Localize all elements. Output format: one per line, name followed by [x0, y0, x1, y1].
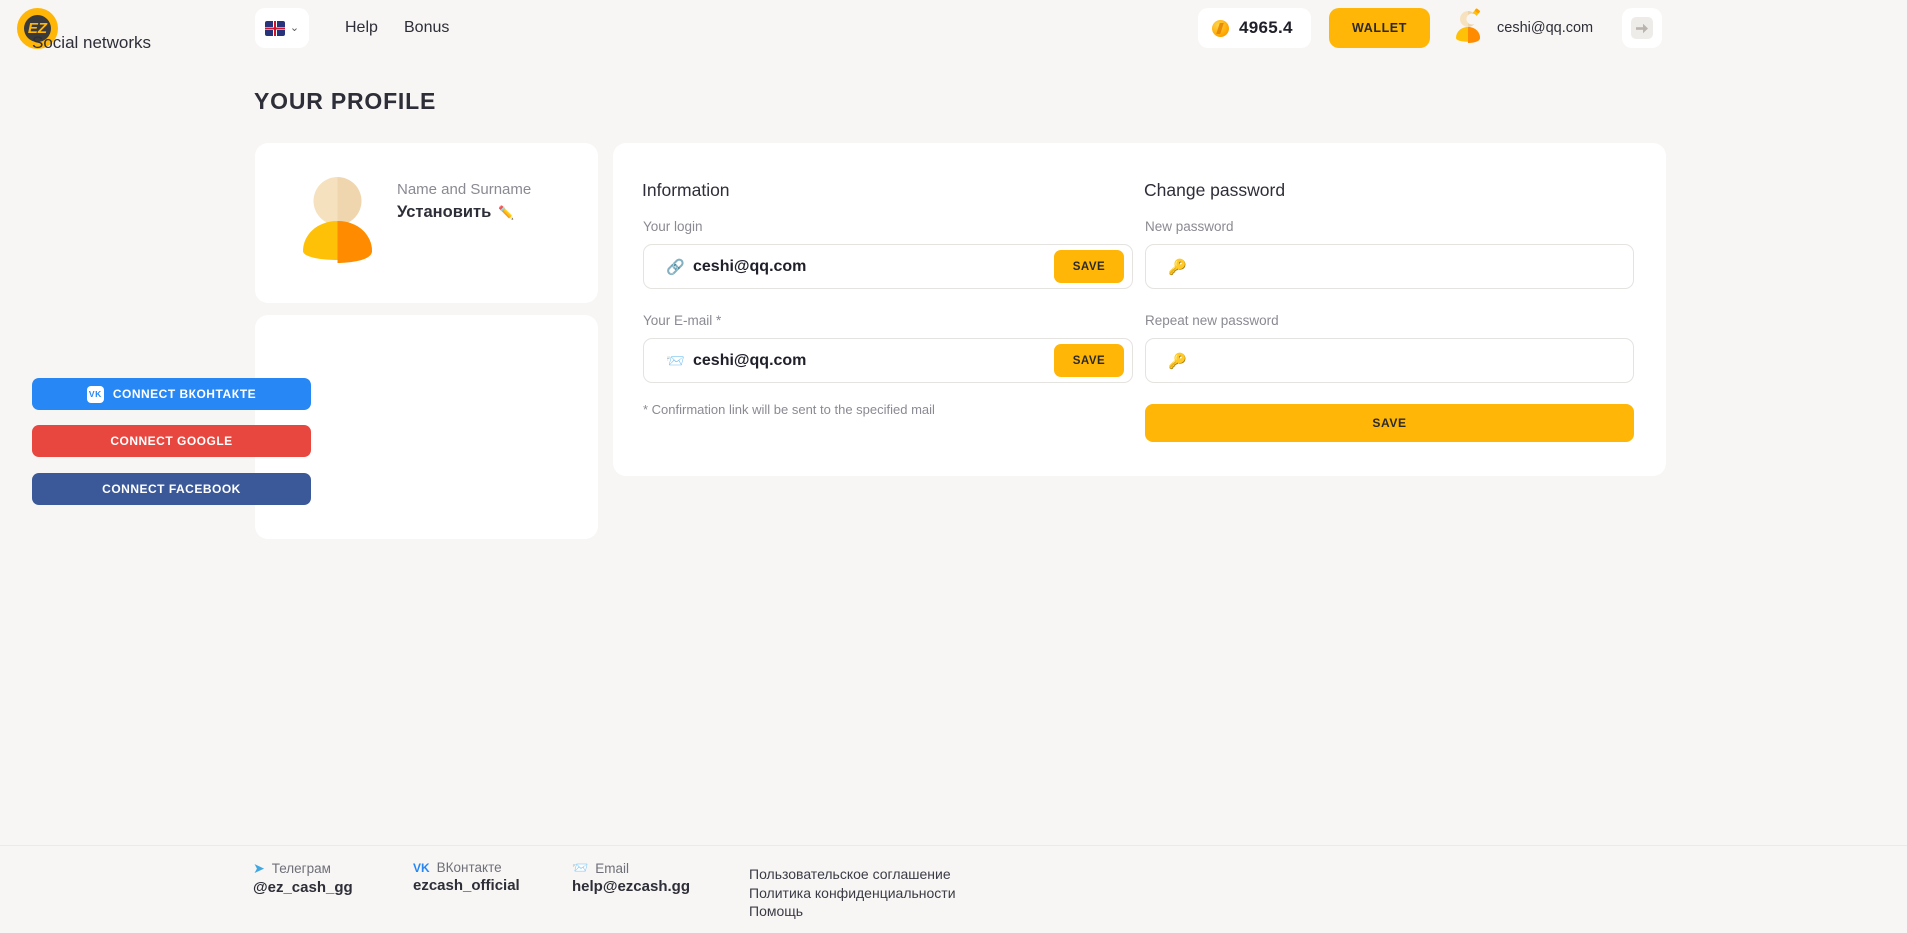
footer-contact-email[interactable]: 📨 Email help@ezcash.gg	[572, 860, 690, 895]
footer-email-value[interactable]: help@ezcash.gg	[572, 878, 690, 895]
email-field-label: Your E-mail *	[643, 313, 721, 328]
balance-value: 4965.4	[1239, 18, 1293, 38]
information-section-title: Information	[642, 180, 730, 201]
name-label: Name and Surname	[397, 181, 531, 198]
footer-telegram-value[interactable]: @ez_cash_gg	[253, 879, 353, 896]
footer-telegram-label: Телеграм	[272, 861, 331, 876]
user-email-label: ceshi@qq.com	[1497, 20, 1593, 36]
name-value-row[interactable]: Установить ✏️	[397, 203, 531, 222]
user-menu[interactable]: ceshi@qq.com	[1448, 7, 1593, 49]
footer-telegram-head: ➤ Телеграм	[253, 860, 353, 877]
wallet-button[interactable]: WALLET	[1329, 8, 1430, 48]
footer-vkontakte-value[interactable]: ezcash_official	[413, 877, 520, 894]
new-password-label: New password	[1145, 219, 1234, 234]
footer-link-help[interactable]: Помощь	[749, 902, 956, 921]
save-login-button[interactable]: SAVE	[1054, 250, 1124, 283]
login-field-label: Your login	[643, 219, 703, 234]
coin-icon	[1212, 20, 1229, 37]
key-icon: 🔑	[1168, 352, 1187, 370]
repeat-password-label: Repeat new password	[1145, 313, 1279, 328]
new-password-row[interactable]: 🔑	[1145, 244, 1634, 289]
pencil-edit-icon[interactable]: ✏️	[498, 205, 514, 221]
connect-vkontakte-label: CONNECT ВКОНТАКТЕ	[113, 387, 256, 401]
new-password-input[interactable]	[1195, 258, 1633, 276]
telegram-icon: ➤	[253, 860, 265, 877]
chevron-down-icon: ⌄	[290, 23, 299, 34]
email-field-row[interactable]: 📨 SAVE	[643, 338, 1133, 383]
user-avatar-edit-icon[interactable]	[1448, 7, 1488, 49]
nav-bonus[interactable]: Bonus	[404, 19, 449, 37]
link-icon: 🔗	[666, 258, 685, 276]
footer-link-terms[interactable]: Пользовательское соглашение	[749, 865, 956, 884]
profile-avatar-icon	[295, 171, 380, 271]
connect-google-button[interactable]: CONNECT GOOGLE	[32, 425, 311, 457]
nav-help[interactable]: Help	[345, 19, 378, 37]
vk-icon: VK	[413, 861, 430, 875]
top-header: EZ ⌄ Help Bonus 4965.4 WALLET ceshi@qq.c…	[0, 0, 1907, 57]
footer-vkontakte-head: VK ВКонтакте	[413, 860, 520, 875]
profile-card: Name and Surname Установить ✏️	[255, 143, 598, 303]
profile-name-block: Name and Surname Установить ✏️	[397, 181, 531, 222]
connect-vkontakte-button[interactable]: VK CONNECT ВКОНТАКТЕ	[32, 378, 311, 410]
save-password-button[interactable]: SAVE	[1145, 404, 1634, 442]
page-title: YOUR PROFILE	[254, 88, 436, 115]
login-field-row[interactable]: 🔗 SAVE	[643, 244, 1133, 289]
change-password-section-title: Change password	[1144, 180, 1285, 201]
email-confirmation-hint: * Confirmation link will be sent to the …	[643, 402, 935, 417]
footer-links: Пользовательское соглашение Политика кон…	[749, 865, 956, 921]
repeat-password-input[interactable]	[1195, 352, 1633, 370]
envelope-icon: 📨	[666, 352, 685, 370]
connect-facebook-label: CONNECT FACEBOOK	[102, 482, 241, 496]
footer-contact-telegram[interactable]: ➤ Телеграм @ez_cash_gg	[253, 860, 353, 896]
footer-contact-vkontakte[interactable]: VK ВКонтакте ezcash_official	[413, 860, 520, 894]
footer-vkontakte-label: ВКонтакте	[437, 860, 502, 875]
email-input[interactable]	[693, 352, 1054, 370]
social-networks-title: Social networks	[32, 33, 151, 53]
connect-google-label: CONNECT GOOGLE	[110, 434, 232, 448]
footer-email-head: 📨 Email	[572, 860, 690, 876]
envelope-icon: 📨	[572, 860, 588, 876]
login-input[interactable]	[693, 258, 1054, 276]
uk-flag-icon	[265, 21, 285, 36]
name-value: Установить	[397, 203, 491, 222]
footer-link-privacy[interactable]: Политика конфиденциальности	[749, 884, 956, 903]
logout-arrow-icon	[1631, 17, 1653, 39]
language-selector[interactable]: ⌄	[255, 8, 309, 48]
save-email-button[interactable]: SAVE	[1054, 344, 1124, 377]
key-icon: 🔑	[1168, 258, 1187, 276]
vk-icon: VK	[87, 386, 104, 403]
footer-email-label: Email	[595, 861, 629, 876]
connect-facebook-button[interactable]: CONNECT FACEBOOK	[32, 473, 311, 505]
repeat-password-row[interactable]: 🔑	[1145, 338, 1634, 383]
balance-display[interactable]: 4965.4	[1198, 8, 1311, 48]
logout-button[interactable]	[1622, 8, 1662, 48]
